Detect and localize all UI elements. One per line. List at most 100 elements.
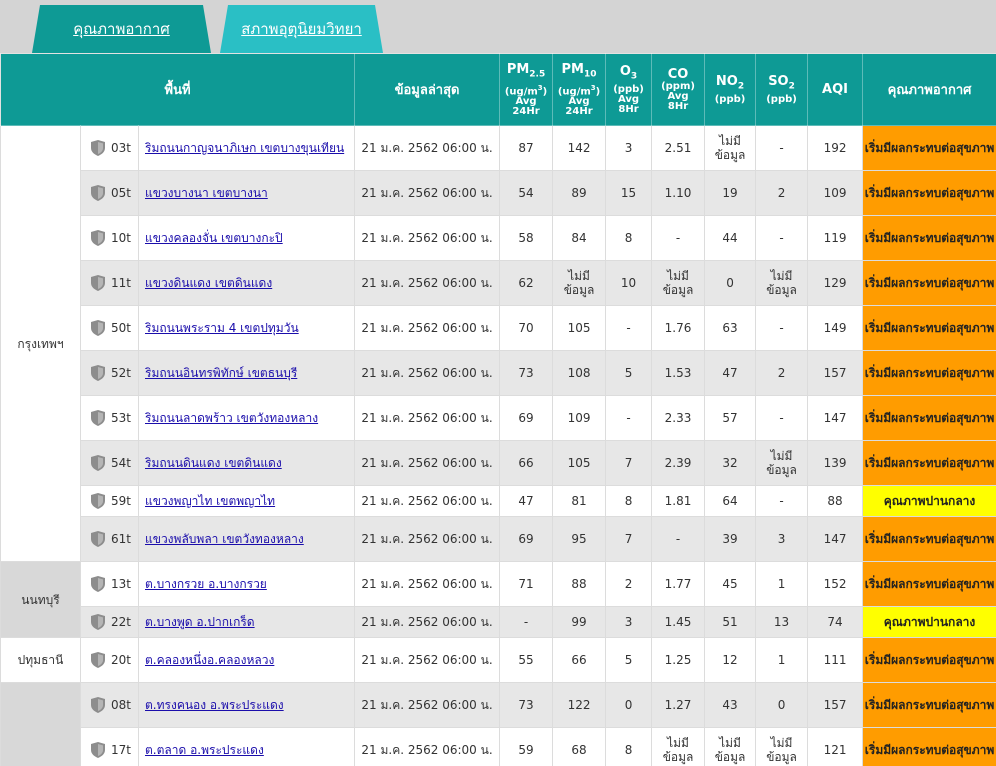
latest-time: 21 ม.ค. 2562 06:00 น. — [354, 561, 501, 607]
latest-time: 21 ม.ค. 2562 06:00 น. — [354, 125, 501, 171]
station-location-link[interactable]: ต.บางกรวย อ.บางกรวย — [145, 577, 267, 591]
station-location-link[interactable]: แขวงพลับพลา เขตวังทองหลาง — [145, 532, 304, 546]
station-row: 22t ต.บางพูด อ.ปากเกร็ด 21 ม.ค. 2562 06:00… — [1, 606, 996, 638]
no2-value: 51 — [704, 606, 757, 638]
pm25-value: 47 — [499, 485, 554, 517]
header-pm25: PM2.5 (ug/m3) Avg 24Hr — [499, 53, 554, 126]
so2-value: 13 — [755, 606, 809, 638]
aqi-value: 157 — [807, 682, 864, 728]
so2-value: - — [755, 125, 809, 171]
quality-status: เริ่มมีผลกระทบต่อสุขภาพ — [862, 682, 996, 728]
pm10-value: 88 — [552, 561, 607, 607]
pm10-value: 122 — [552, 682, 607, 728]
station-row: 10t แขวงคลองจั่น เขตบางกะปิ 21 ม.ค. 2562 0… — [1, 215, 996, 261]
o3-value: 8 — [605, 727, 653, 766]
station-location-link[interactable]: ต.ตลาด อ.พระประแดง — [145, 743, 264, 757]
o3-value: 0 — [605, 682, 653, 728]
latest-time: 21 ม.ค. 2562 06:00 น. — [354, 637, 501, 683]
station-location-link[interactable]: แขวงดินแดง เขตดินแดง — [145, 276, 272, 290]
station-id-cell: 50t — [80, 305, 139, 351]
quality-status: เริ่มมีผลกระทบต่อสุขภาพ — [862, 440, 996, 486]
shield-icon — [91, 365, 105, 381]
pm10-value: 84 — [552, 215, 607, 261]
station-row: 61t แขวงพลับพลา เขตวังทองหลาง 21 ม.ค. 2562… — [1, 516, 996, 562]
o3-value: - — [605, 395, 653, 441]
aqi-value: 111 — [807, 637, 864, 683]
shield-icon — [91, 614, 105, 630]
header-no2: NO2 (ppb) — [704, 53, 757, 126]
pm25-value: 69 — [499, 516, 554, 562]
station-id: 03t — [111, 141, 131, 155]
latest-time: 21 ม.ค. 2562 06:00 น. — [354, 170, 501, 216]
quality-status: เริ่มมีผลกระทบต่อสุขภาพ — [862, 395, 996, 441]
shield-icon — [91, 275, 105, 291]
aqi-value: 88 — [807, 485, 864, 517]
station-row: 11t แขวงดินแดง เขตดินแดง 21 ม.ค. 2562 06:0… — [1, 260, 996, 306]
station-row: นนทบุรี 13t ต.บางกรวย อ.บางกรวย 21 ม.ค. 256… — [0, 561, 996, 638]
no2-value: 39 — [704, 516, 757, 562]
co-value: 1.53 — [651, 350, 706, 396]
co-value: 1.77 — [651, 561, 706, 607]
station-id: 10t — [111, 231, 131, 245]
station-location-link[interactable]: แขวงบางนา เขตบางนา — [145, 186, 268, 200]
pm25-value: 71 — [499, 561, 554, 607]
station-location-cell: ริมถนนพระราม 4 เขตปทุมวัน — [137, 305, 356, 351]
shield-icon — [91, 697, 105, 713]
co-value: - — [651, 215, 706, 261]
air-quality-table: พื้นที่ ข้อมูลล่าสุด PM2.5 (ug/m3) Avg 2… — [0, 53, 996, 766]
quality-status: เริ่มมีผลกระทบต่อสุขภาพ — [862, 637, 996, 683]
quality-status: เริ่มมีผลกระทบต่อสุขภาพ — [862, 727, 996, 766]
no2-value: 44 — [704, 215, 757, 261]
latest-time: 21 ม.ค. 2562 06:00 น. — [354, 215, 501, 261]
station-location-link[interactable]: ริมถนนอินทรพิทักษ์ เขตธนบุรี — [145, 366, 297, 380]
station-id: 17t — [111, 743, 131, 757]
station-location-link[interactable]: ต.คลองหนึ่งอ.คลองหลวง — [145, 653, 274, 667]
pm10-value: 108 — [552, 350, 607, 396]
station-location-cell: แขวงพญาไท เขตพญาไท — [137, 485, 356, 517]
quality-status: เริ่มมีผลกระทบต่อสุขภาพ — [862, 516, 996, 562]
so2-value: ไม่มีข้อมูล — [755, 260, 809, 306]
pm25-value: 66 — [499, 440, 554, 486]
so2-value: - — [755, 305, 809, 351]
station-location-link[interactable]: ริมถนนพระราม 4 เขตปทุมวัน — [145, 321, 299, 335]
aqi-value: 192 — [807, 125, 864, 171]
co-value: 1.25 — [651, 637, 706, 683]
latest-time: 21 ม.ค. 2562 06:00 น. — [354, 350, 501, 396]
station-row: กรุงเทพฯ 03t ริมถนนกาญจนาภิเษก เขตบางขุนเท… — [0, 125, 996, 562]
o3-value: 5 — [605, 637, 653, 683]
station-location-link[interactable]: ต.บางพูด อ.ปากเกร็ด — [145, 615, 255, 629]
pm10-value: 81 — [552, 485, 607, 517]
station-location-cell: แขวงดินแดง เขตดินแดง — [137, 260, 356, 306]
station-id: 05t — [111, 186, 131, 200]
pm25-value: 55 — [499, 637, 554, 683]
station-id-cell: 22t — [80, 606, 139, 638]
latest-time: 21 ม.ค. 2562 06:00 น. — [354, 727, 501, 766]
station-row: 50t ริมถนนพระราม 4 เขตปทุมวัน 21 ม.ค. 2562… — [1, 305, 996, 351]
aqi-value: 149 — [807, 305, 864, 351]
shield-icon — [91, 410, 105, 426]
station-location-link[interactable]: ริมถนนดินแดง เขตดินแดง — [145, 456, 282, 470]
station-location-link[interactable]: ริมถนนกาญจนาภิเษก เขตบางขุนเทียน — [145, 141, 344, 155]
pm25-value: 58 — [499, 215, 554, 261]
header-aqi: AQI — [807, 53, 864, 126]
station-location-link[interactable]: แขวงคลองจั่น เขตบางกะปิ — [145, 231, 283, 245]
pm25-value: 62 — [499, 260, 554, 306]
station-id: 20t — [111, 653, 131, 667]
station-location-cell: แขวงพลับพลา เขตวังทองหลาง — [137, 516, 356, 562]
tab-meteorology[interactable]: สภาพอุตุนิยมวิทยา — [220, 5, 383, 53]
shield-icon — [91, 230, 105, 246]
pm25-value: 54 — [499, 170, 554, 216]
station-location-link[interactable]: ริมถนนลาดพร้าว เขตวังทองหลาง — [145, 411, 318, 425]
station-id-cell: 03t — [80, 125, 139, 171]
latest-time: 21 ม.ค. 2562 06:00 น. — [354, 440, 501, 486]
station-id-cell: 13t — [80, 561, 139, 607]
pm10-value: 68 — [552, 727, 607, 766]
station-location-link[interactable]: ต.ทรงคนอง อ.พระประแดง — [145, 698, 284, 712]
latest-time: 21 ม.ค. 2562 06:00 น. — [354, 682, 501, 728]
tab-air-quality[interactable]: คุณภาพอากาศ — [32, 5, 211, 53]
station-location-link[interactable]: แขวงพญาไท เขตพญาไท — [145, 494, 275, 508]
co-value: 1.10 — [651, 170, 706, 216]
header-co: CO (ppm) Avg 8Hr — [651, 53, 706, 126]
o3-value: 8 — [605, 215, 653, 261]
pm10-value: 109 — [552, 395, 607, 441]
